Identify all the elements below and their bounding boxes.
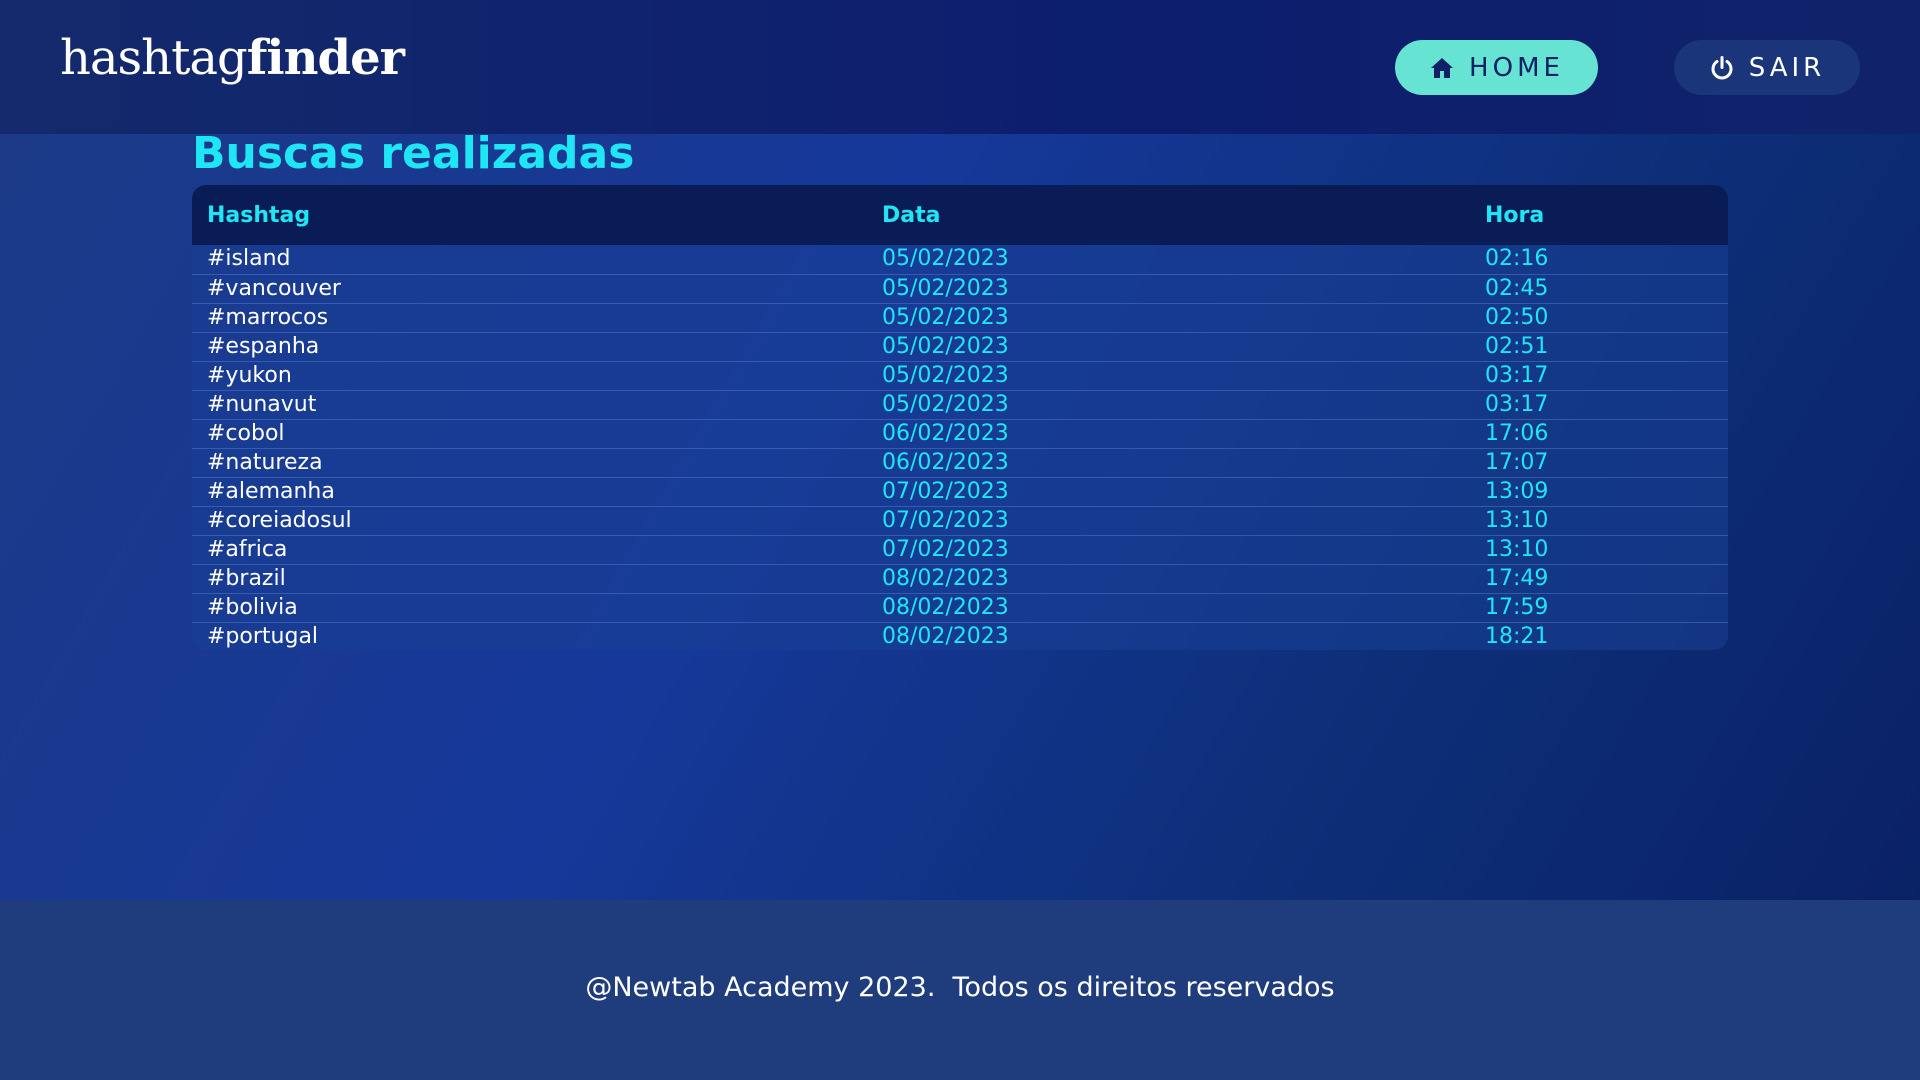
time-cell: 13:10 [1485, 507, 1549, 533]
table-row: #coreiadosul 07/02/2023 13:10 [192, 506, 1728, 535]
time-cell: 17:49 [1485, 565, 1549, 591]
time-cell: 03:17 [1485, 362, 1549, 388]
date-cell: 05/02/2023 [882, 391, 1009, 417]
date-cell: 05/02/2023 [882, 362, 1009, 388]
date-cell: 05/02/2023 [882, 333, 1009, 359]
table-row: #natureza 06/02/2023 17:07 [192, 448, 1728, 477]
home-icon [1429, 55, 1455, 81]
logout-button[interactable]: SAIR [1674, 40, 1860, 95]
page-title: Buscas realizadas [192, 128, 635, 179]
table-header-row: Hashtag Data Hora [192, 185, 1728, 245]
hashtag-cell: #marrocos [207, 304, 329, 330]
time-cell: 02:51 [1485, 333, 1549, 359]
time-cell: 18:21 [1485, 623, 1549, 649]
table-row: #marrocos 05/02/2023 02:50 [192, 303, 1728, 332]
date-cell: 07/02/2023 [882, 478, 1009, 504]
date-cell: 05/02/2023 [882, 275, 1009, 301]
footer: @Newtab Academy 2023. Todos os direitos … [0, 900, 1920, 1080]
hashtag-cell: #cobol [207, 420, 285, 446]
time-cell: 13:09 [1485, 478, 1549, 504]
time-cell: 17:07 [1485, 449, 1549, 475]
footer-copyright: @Newtab Academy 2023. Todos os direitos … [585, 972, 1335, 1003]
hashtag-cell: #espanha [207, 333, 320, 359]
time-cell: 17:06 [1485, 420, 1549, 446]
column-header-data: Data [882, 202, 941, 228]
hashtag-cell: #coreiadosul [207, 507, 352, 533]
time-cell: 02:16 [1485, 246, 1549, 272]
hashtag-cell: #alemanha [207, 478, 335, 504]
home-button[interactable]: HOME [1395, 40, 1598, 95]
time-cell: 03:17 [1485, 391, 1549, 417]
date-cell: 08/02/2023 [882, 565, 1009, 591]
date-cell: 06/02/2023 [882, 420, 1009, 446]
hashtag-cell: #africa [207, 536, 288, 562]
home-button-label: HOME [1469, 52, 1564, 83]
date-cell: 05/02/2023 [882, 304, 1009, 330]
logo[interactable]: hashtagfinder [60, 30, 405, 86]
hashtag-cell: #natureza [207, 449, 323, 475]
table-row: #portugal 08/02/2023 18:21 [192, 622, 1728, 650]
column-header-hashtag: Hashtag [207, 202, 311, 228]
hashtag-cell: #island [207, 246, 291, 272]
date-cell: 06/02/2023 [882, 449, 1009, 475]
date-cell: 08/02/2023 [882, 623, 1009, 649]
column-header-hora: Hora [1485, 202, 1545, 228]
power-icon [1709, 55, 1735, 81]
table-row: #vancouver 05/02/2023 02:45 [192, 274, 1728, 303]
time-cell: 13:10 [1485, 536, 1549, 562]
top-navbar: hashtagfinder HOME SAIR [0, 0, 1920, 134]
logo-text-light: hashtag [60, 30, 248, 86]
table-row: #africa 07/02/2023 13:10 [192, 535, 1728, 564]
date-cell: 07/02/2023 [882, 507, 1009, 533]
table-row: #bolivia 08/02/2023 17:59 [192, 593, 1728, 622]
date-cell: 08/02/2023 [882, 594, 1009, 620]
table-row: #alemanha 07/02/2023 13:09 [192, 477, 1728, 506]
table-row: #cobol 06/02/2023 17:06 [192, 419, 1728, 448]
table-row: #yukon 05/02/2023 03:17 [192, 361, 1728, 390]
hashtag-cell: #nunavut [207, 391, 317, 417]
table-row: #espanha 05/02/2023 02:51 [192, 332, 1728, 361]
logo-text-bold: finder [246, 30, 405, 86]
hashtag-cell: #brazil [207, 565, 286, 591]
time-cell: 02:50 [1485, 304, 1549, 330]
table-row: #brazil 08/02/2023 17:49 [192, 564, 1728, 593]
table-row: #island 05/02/2023 02:16 [192, 245, 1728, 274]
time-cell: 02:45 [1485, 275, 1549, 301]
time-cell: 17:59 [1485, 594, 1549, 620]
date-cell: 05/02/2023 [882, 246, 1009, 272]
hashtag-cell: #yukon [207, 362, 292, 388]
logout-button-label: SAIR [1748, 52, 1826, 83]
hashtag-cell: #bolivia [207, 594, 298, 620]
search-history-table: Hashtag Data Hora #island 05/02/2023 02:… [192, 185, 1728, 650]
date-cell: 07/02/2023 [882, 536, 1009, 562]
hashtag-cell: #portugal [207, 623, 319, 649]
hashtag-cell: #vancouver [207, 275, 341, 301]
table-row: #nunavut 05/02/2023 03:17 [192, 390, 1728, 419]
